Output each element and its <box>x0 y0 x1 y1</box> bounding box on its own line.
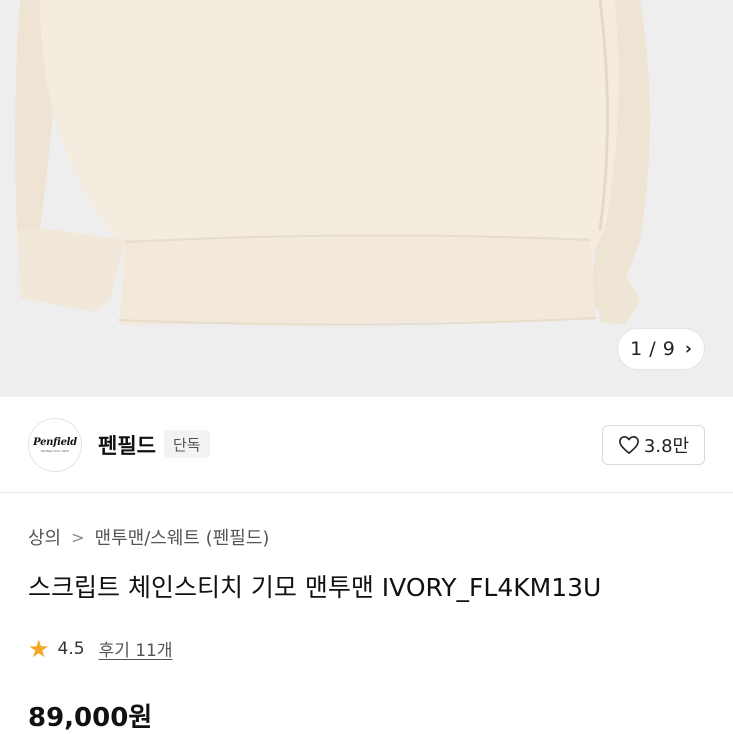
like-count: 3.8만 <box>643 436 690 457</box>
breadcrumb-item-top[interactable]: 상의 <box>28 524 61 550</box>
product-image-gallery[interactable]: 1 / 9 › <box>0 0 733 397</box>
rating-row: ★ 4.5 후기 11개 <box>28 634 173 663</box>
image-counter-separator: / <box>649 338 656 360</box>
breadcrumb: 상의 > 맨투맨/스웨트 (펜필드) <box>28 524 269 550</box>
reviews-link[interactable]: 후기 11개 <box>99 636 173 661</box>
current-image-index: 1 <box>630 338 643 360</box>
brand-logo[interactable]: Penfield Penfield USA 1975 <box>28 418 82 472</box>
rating-value: 4.5 <box>57 638 85 659</box>
product-title: 스크립트 체인스티치 기모 맨투맨 IVORY_FL4KM13U <box>28 573 602 602</box>
product-price: 89,000원 <box>28 703 153 733</box>
star-icon: ★ <box>28 634 50 663</box>
brand-like-button[interactable]: 3.8만 <box>602 425 705 465</box>
exclusive-badge: 단독 <box>164 430 210 458</box>
total-images: 9 <box>662 338 675 360</box>
image-page-counter[interactable]: 1 / 9 › <box>617 328 705 370</box>
brand-name[interactable]: 펜필드 <box>98 430 156 460</box>
heart-outline-icon <box>618 435 640 455</box>
chevron-right-icon[interactable]: › <box>685 339 692 359</box>
brand-logo-subtext: Penfield USA 1975 <box>41 449 69 453</box>
breadcrumb-item-sweatshirt[interactable]: 맨투맨/스웨트 (펜필드) <box>95 524 270 550</box>
brand-logo-text: Penfield <box>33 437 77 448</box>
breadcrumb-separator: > <box>71 527 85 547</box>
